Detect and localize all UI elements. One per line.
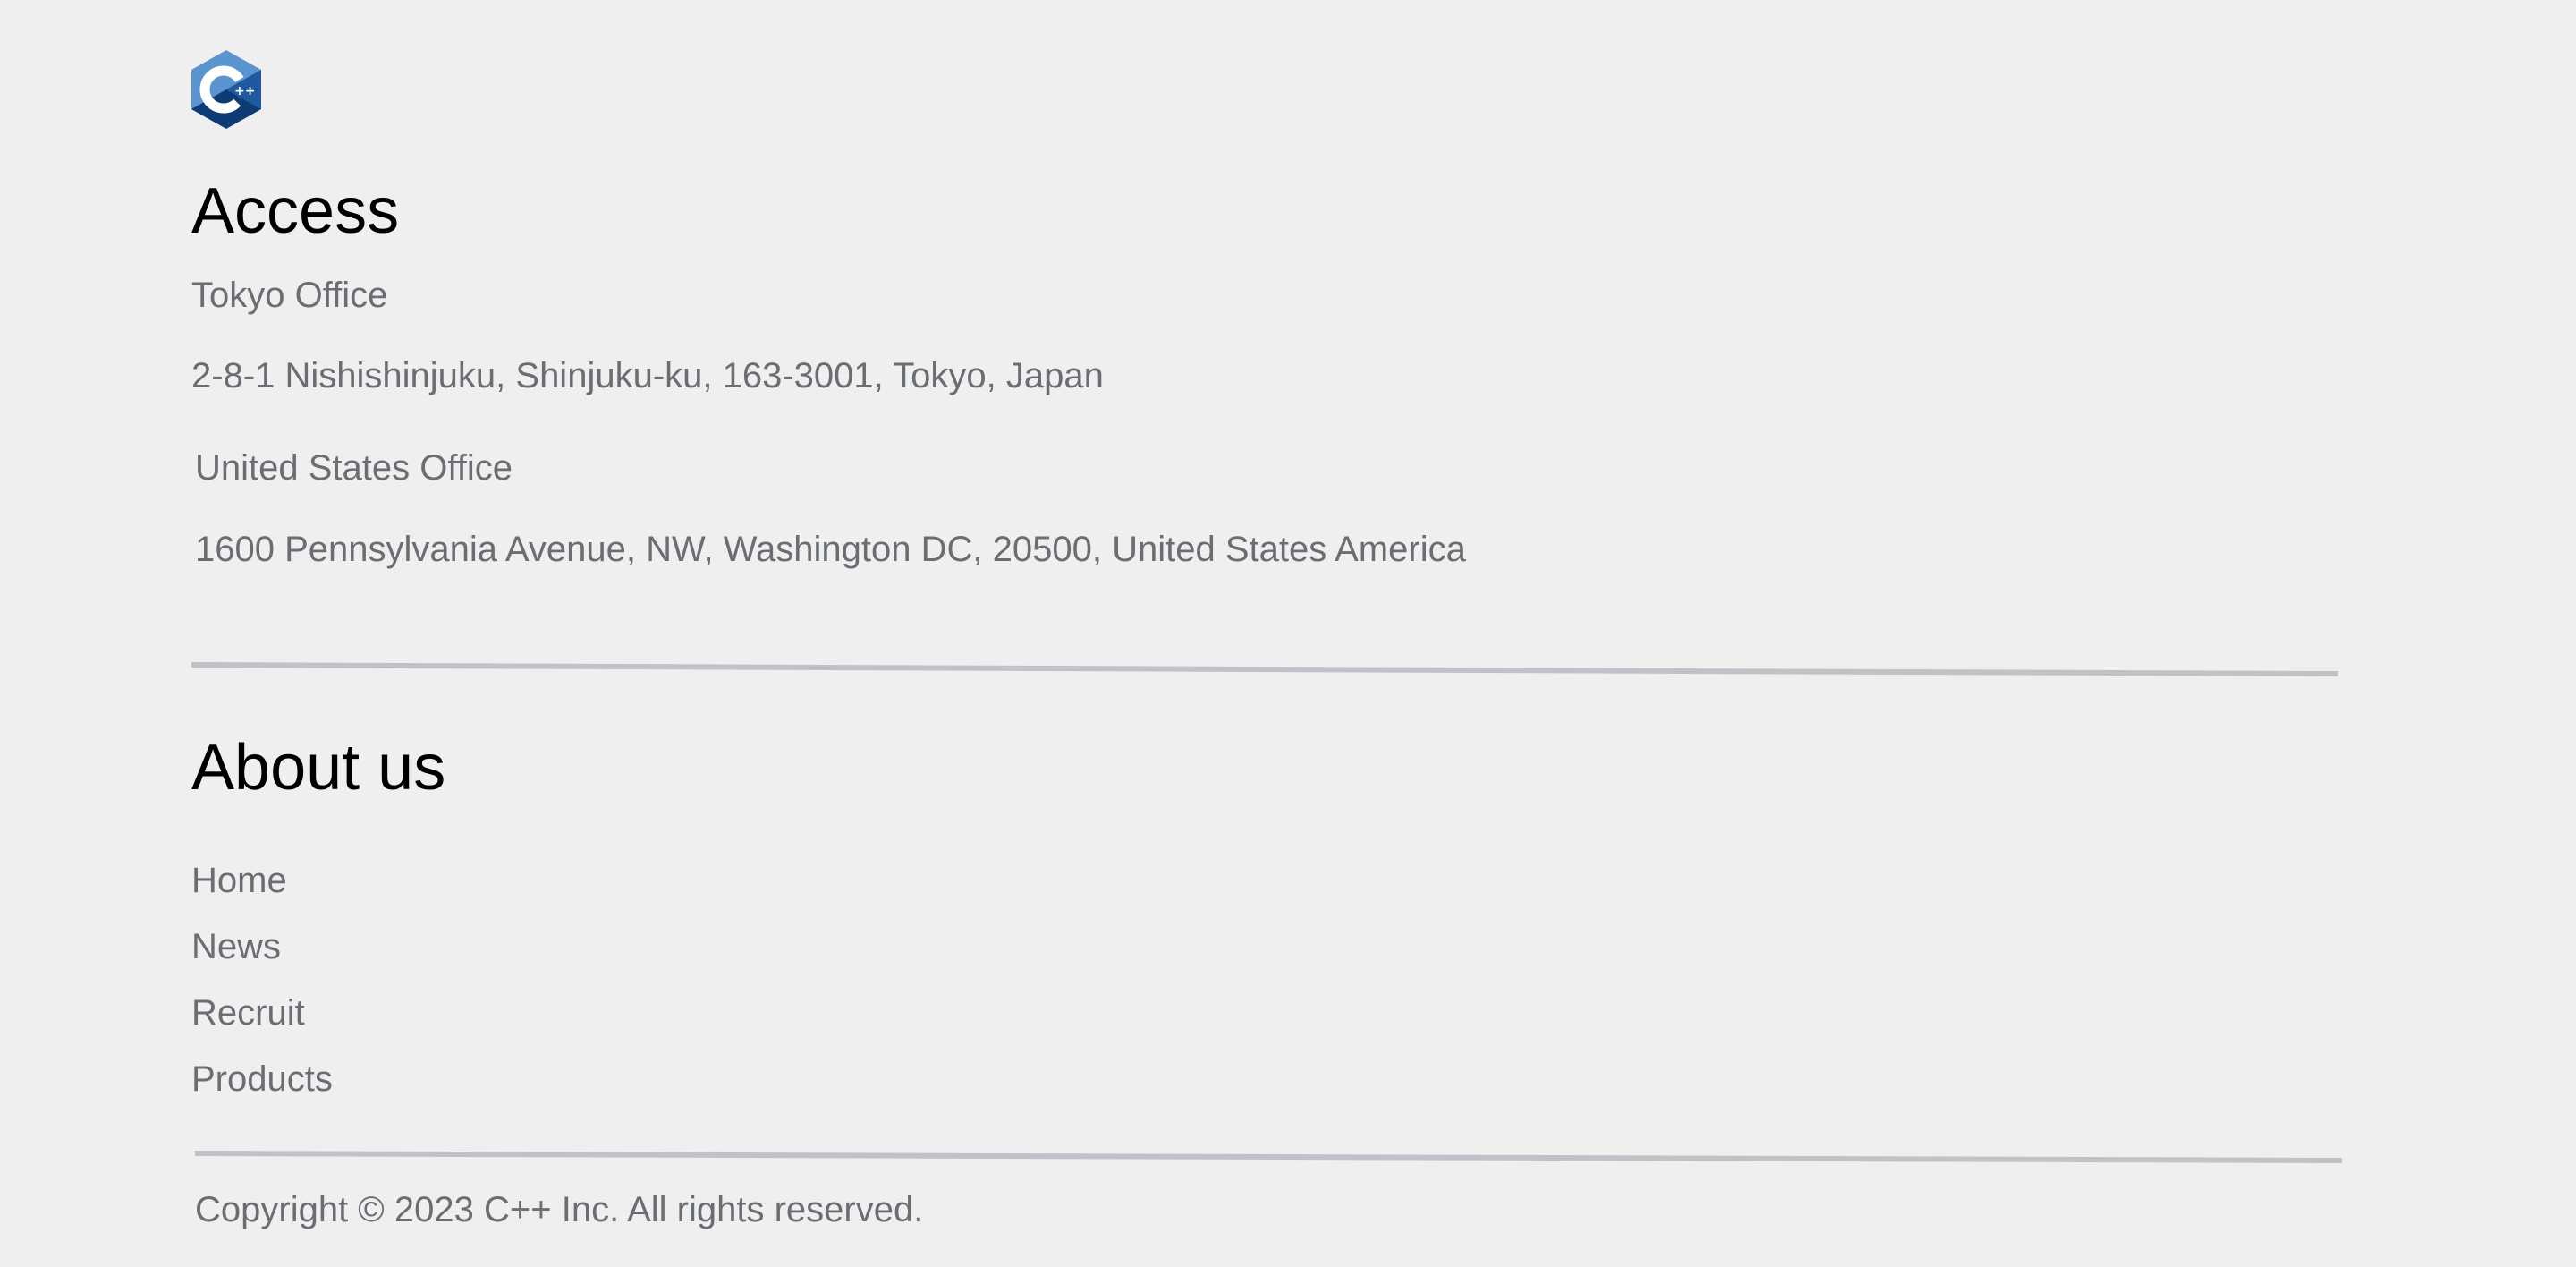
cpp-logo-icon: ++ — [191, 50, 261, 129]
access-heading: Access — [191, 175, 400, 247]
tokyo-office-address: 2-8-1 Nishishinjuku, Shinjuku-ku, 163-30… — [191, 356, 1104, 395]
section-divider — [191, 662, 2338, 677]
nav-link-news[interactable]: News — [191, 929, 281, 965]
nav-link-products[interactable]: Products — [191, 1061, 333, 1097]
nav-link-home[interactable]: Home — [191, 863, 287, 898]
nav-link-recruit[interactable]: Recruit — [191, 995, 305, 1031]
footer-divider — [194, 1151, 2342, 1163]
tokyo-office-name: Tokyo Office — [191, 276, 388, 315]
about-us-heading: About us — [191, 732, 446, 804]
copyright-text: Copyright © 2023 C++ Inc. All rights res… — [195, 1190, 924, 1229]
us-office-address: 1600 Pennsylvania Avenue, NW, Washington… — [195, 530, 1466, 569]
us-office-name: United States Office — [195, 448, 513, 488]
svg-text:++: ++ — [234, 84, 255, 98]
